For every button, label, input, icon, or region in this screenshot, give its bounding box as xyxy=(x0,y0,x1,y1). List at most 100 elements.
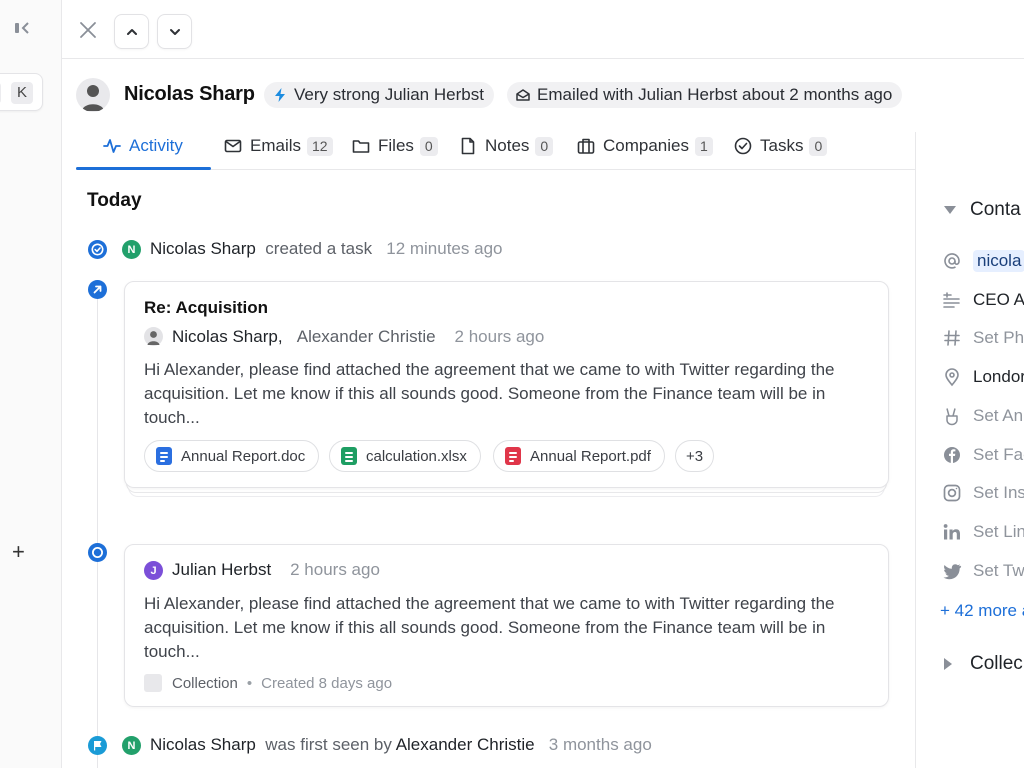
job-title-field[interactable]: CEO At xyxy=(942,288,1024,312)
tab-activity[interactable]: Activity xyxy=(103,122,183,170)
note-event-icon xyxy=(88,543,107,562)
spreadsheet-file-icon xyxy=(341,447,357,465)
location-field[interactable]: Londor xyxy=(942,365,1024,389)
attachment-name: Annual Report.pdf xyxy=(530,447,651,465)
caret-right-icon xyxy=(944,658,952,670)
connection-strength-label: Very strong Julian Herbst xyxy=(294,85,484,104)
activity-icon xyxy=(103,139,121,153)
twitter-field[interactable]: Set Tw xyxy=(942,559,1024,583)
user-silhouette-icon xyxy=(147,331,160,345)
angellist-field[interactable]: Set An xyxy=(942,404,1023,428)
top-bar xyxy=(62,0,1024,59)
tab-activity-label: Activity xyxy=(129,136,183,155)
email-time: 2 hours ago xyxy=(454,327,545,346)
email-event-icon xyxy=(88,280,107,299)
email-field[interactable]: nicola xyxy=(942,249,1024,273)
victory-hand-icon xyxy=(942,406,962,426)
panel-divider xyxy=(915,132,916,768)
note-body: Hi Alexander, please find attached the a… xyxy=(144,594,835,661)
attachment-chip[interactable]: calculation.xlsx xyxy=(329,440,481,472)
show-more-fields-link[interactable]: + 42 more a xyxy=(940,601,1024,621)
linkedin-icon xyxy=(942,522,962,542)
tab-emails[interactable]: Emails 12 xyxy=(224,122,333,170)
contact-section-title: Conta xyxy=(970,199,1021,220)
email-card[interactable]: Re: Acquisition Nicolas Sharp, Alexander… xyxy=(124,281,889,488)
attachment-chip[interactable]: Annual Report.doc xyxy=(144,440,320,472)
close-icon[interactable] xyxy=(78,20,98,40)
arrow-up-right-icon xyxy=(93,285,102,294)
lightning-icon xyxy=(275,88,285,102)
linkedin-field[interactable]: Set Lin xyxy=(942,520,1024,544)
connection-strength-chip[interactable]: Very strong Julian Herbst xyxy=(264,82,494,108)
tab-files[interactable]: Files 0 xyxy=(352,122,438,170)
collections-section-header[interactable]: Collec xyxy=(944,653,1023,675)
instagram-field[interactable]: Set Ins xyxy=(942,481,1024,505)
event-action: created a task xyxy=(265,239,373,258)
email-value[interactable]: nicola xyxy=(973,250,1024,272)
chevron-down-icon xyxy=(169,28,180,35)
last-email-label: Emailed with Julian Herbst about 2 month… xyxy=(537,85,893,104)
job-title-value: CEO At xyxy=(973,290,1024,309)
tab-tasks[interactable]: Tasks 0 xyxy=(734,122,828,170)
tab-notes-count: 0 xyxy=(535,136,554,156)
collection-label[interactable]: Collection xyxy=(172,675,238,692)
tab-files-count: 0 xyxy=(419,136,438,156)
check-icon xyxy=(91,243,104,256)
actor-name[interactable]: Nicolas Sharp xyxy=(150,239,256,258)
add-button[interactable]: + xyxy=(12,541,25,563)
chevron-up-icon xyxy=(126,28,137,35)
facebook-placeholder: Set Fac xyxy=(973,445,1024,464)
note-card[interactable]: J Julian Herbst 2 hours ago Hi Alexander… xyxy=(124,544,889,707)
meta-separator: • xyxy=(246,674,253,692)
map-pin-icon xyxy=(942,367,962,387)
building-icon xyxy=(577,138,595,154)
note-author[interactable]: Julian Herbst xyxy=(172,560,271,579)
tab-companies[interactable]: Companies 1 xyxy=(577,122,713,170)
sender-avatar xyxy=(144,327,163,346)
collapse-sidebar-icon[interactable] xyxy=(11,17,33,39)
previous-record-button[interactable] xyxy=(114,14,149,49)
phone-field[interactable]: Set Pho xyxy=(942,326,1024,350)
twitter-bird-icon xyxy=(942,561,962,581)
tab-emails-label: Emails xyxy=(250,136,302,155)
flag-icon xyxy=(94,741,102,751)
tab-companies-label: Companies xyxy=(603,136,689,155)
person-avatar xyxy=(76,78,110,112)
twitter-placeholder: Set Tw xyxy=(973,561,1024,580)
actor-avatar: N xyxy=(122,240,141,259)
last-email-chip[interactable]: Emailed with Julian Herbst about 2 month… xyxy=(507,82,903,108)
note-meta: Collection • Created 8 days ago xyxy=(144,674,392,692)
at-sign-icon xyxy=(942,251,962,271)
doc-file-icon xyxy=(156,447,172,465)
tab-tasks-count: 0 xyxy=(809,136,828,156)
event-time: 12 minutes ago xyxy=(386,239,503,258)
tab-companies-count: 1 xyxy=(695,136,713,156)
tab-notes[interactable]: Notes 0 xyxy=(459,122,554,170)
email-recipient[interactable]: Alexander Christie xyxy=(297,327,436,346)
author-avatar: J xyxy=(144,561,163,580)
collections-section-title: Collec xyxy=(970,653,1023,674)
attachment-name: calculation.xlsx xyxy=(366,447,467,465)
check-circle-icon xyxy=(734,137,752,155)
tab-notes-label: Notes xyxy=(485,136,530,155)
contact-section-header[interactable]: Conta xyxy=(944,199,1021,221)
task-event-line: Nicolas Sharp created a task 12 minutes … xyxy=(150,239,502,259)
left-rail: K + xyxy=(0,0,62,768)
facebook-field[interactable]: Set Fac xyxy=(942,443,1024,467)
attachment-chip[interactable]: Annual Report.pdf xyxy=(493,440,665,472)
phone-placeholder: Set Pho xyxy=(973,328,1024,347)
active-tab-indicator xyxy=(76,167,211,170)
seen-by-name[interactable]: Alexander Christie xyxy=(396,735,535,754)
folder-icon xyxy=(352,140,370,153)
instagram-icon xyxy=(942,483,962,503)
note-icon xyxy=(461,137,475,155)
more-attachments-button[interactable]: +3 xyxy=(675,440,715,472)
actor-name[interactable]: Nicolas Sharp xyxy=(150,735,256,754)
timeline-line xyxy=(97,296,98,768)
next-record-button[interactable] xyxy=(157,14,192,49)
caret-down-icon xyxy=(944,206,956,214)
envelope-open-icon xyxy=(516,89,530,101)
instagram-placeholder: Set Ins xyxy=(973,483,1024,502)
email-sender[interactable]: Nicolas Sharp, xyxy=(172,327,283,346)
angellist-placeholder: Set An xyxy=(973,406,1024,425)
